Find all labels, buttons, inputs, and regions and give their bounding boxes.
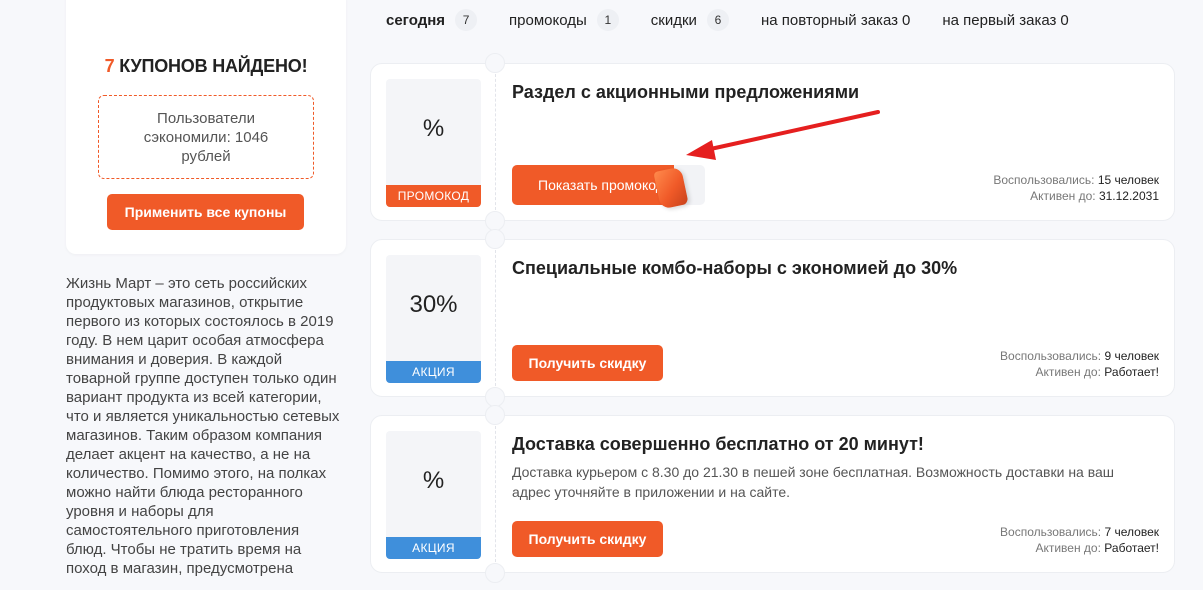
coupon-badge: 30% АКЦИЯ [386, 255, 481, 383]
coupon-description: Доставка курьером с 8.30 до 21.30 в пеше… [512, 464, 1115, 500]
coupons-found-title: 7 КУПОНОВ НАЙДЕНО! [66, 56, 346, 77]
get-discount-button[interactable]: Получить скидку [512, 345, 663, 381]
coupon-type-tag: АКЦИЯ [386, 361, 481, 383]
coupon-type-tag: ПРОМОКОД [386, 185, 481, 207]
show-promocode-control[interactable]: Показать промокод [512, 165, 705, 210]
used-label: Воспользовались: [1000, 525, 1102, 539]
active-until-value: 31.12.2031 [1098, 189, 1159, 203]
savings-box: Пользователи сэкономили: 1046 рублей [98, 95, 314, 179]
tab-repeat-order-label: на повторный заказ [760, 11, 898, 29]
used-label: Воспользовались: [1000, 349, 1102, 363]
filter-tabs: сегодня 7 промокоды 1 скидки 6 на повтор… [386, 8, 1101, 32]
tab-today[interactable]: сегодня 7 [386, 8, 478, 32]
coupon-badge: % ПРОМОКОД [386, 79, 481, 207]
tab-promocodes-label: промокоды [509, 11, 587, 29]
savings-text: Пользователи сэкономили: 1046 рублей [143, 109, 269, 165]
tab-promocodes[interactable]: промокоды 1 [509, 8, 619, 32]
active-until-label: Активен до: [1035, 365, 1101, 379]
tab-today-count: 7 [455, 9, 478, 31]
coupon-badge: % АКЦИЯ [386, 431, 481, 559]
coupon-card: % АКЦИЯ Доставка совершенно бесплатно от… [370, 405, 1175, 583]
coupon-badge-value: % [422, 115, 445, 142]
page: 7 КУПОНОВ НАЙДЕНО! Пользователи сэкономи… [0, 0, 1203, 590]
coupon-notch [485, 387, 505, 407]
active-until-label: Активен до: [1030, 189, 1096, 203]
coupon-badge-value: 30% [409, 291, 458, 318]
active-until-label: Активен до: [1035, 541, 1101, 555]
get-discount-button[interactable]: Получить скидку [512, 521, 663, 557]
tab-repeat-order-count: 0 [902, 11, 911, 29]
active-until-value: Работает! [1104, 365, 1159, 379]
coupon-notch [485, 53, 505, 73]
coupon-stats: Воспользовались: 9 человек Активен до: Р… [1000, 348, 1159, 380]
coupon-notch [485, 229, 505, 249]
coupon-card: % ПРОМОКОД Раздел с акционными предложен… [370, 53, 1175, 231]
coupon-stats: Воспользовались: 7 человек Активен до: Р… [1000, 524, 1159, 556]
coupons-summary-card: 7 КУПОНОВ НАЙДЕНО! Пользователи сэкономи… [66, 0, 346, 254]
used-label: Воспользовались: [993, 173, 1095, 187]
tab-first-order-count: 0 [1060, 11, 1069, 29]
coupons-found-count: 7 [104, 56, 115, 76]
coupon-notch [485, 405, 505, 425]
coupon-card: 30% АКЦИЯ Специальные комбо-наборы с эко… [370, 229, 1175, 407]
coupon-stats: Воспользовались: 15 человек Активен до: … [993, 172, 1159, 204]
coupon-divider [495, 426, 496, 562]
coupon-divider [495, 74, 496, 210]
coupon-notch [485, 563, 505, 583]
used-value: 9 человек [1104, 349, 1159, 363]
tab-promocodes-count: 1 [596, 9, 619, 31]
tab-today-label: сегодня [386, 11, 446, 29]
tab-first-order[interactable]: на первый заказ 0 [942, 8, 1068, 32]
tab-first-order-label: на первый заказ [942, 11, 1057, 29]
coupon-notch [485, 211, 505, 231]
tab-repeat-order[interactable]: на повторный заказ 0 [761, 8, 910, 32]
coupon-type-tag: АКЦИЯ [386, 537, 481, 559]
tab-discounts-count: 6 [706, 9, 729, 31]
used-value: 15 человек [1097, 173, 1159, 187]
apply-all-coupons-button[interactable]: Применить все купоны [107, 194, 304, 230]
coupon-badge-value: % [422, 467, 445, 494]
coupon-title: Раздел с акционными предложениями [512, 82, 860, 102]
tab-discounts-label: скидки [650, 11, 697, 29]
coupon-divider [495, 250, 496, 386]
store-description: Жизнь Март – это сеть российских продукт… [66, 275, 340, 577]
coupons-found-label: КУПОНОВ НАЙДЕНО! [119, 56, 308, 76]
show-promocode-button[interactable]: Показать промокод [512, 165, 674, 205]
active-until-value: Работает! [1104, 541, 1159, 555]
used-value: 7 человек [1104, 525, 1159, 539]
coupon-title: Доставка совершенно бесплатно от 20 мину… [512, 434, 924, 454]
tab-discounts[interactable]: скидки 6 [651, 8, 729, 32]
coupon-title: Специальные комбо-наборы с экономией до … [512, 258, 958, 278]
